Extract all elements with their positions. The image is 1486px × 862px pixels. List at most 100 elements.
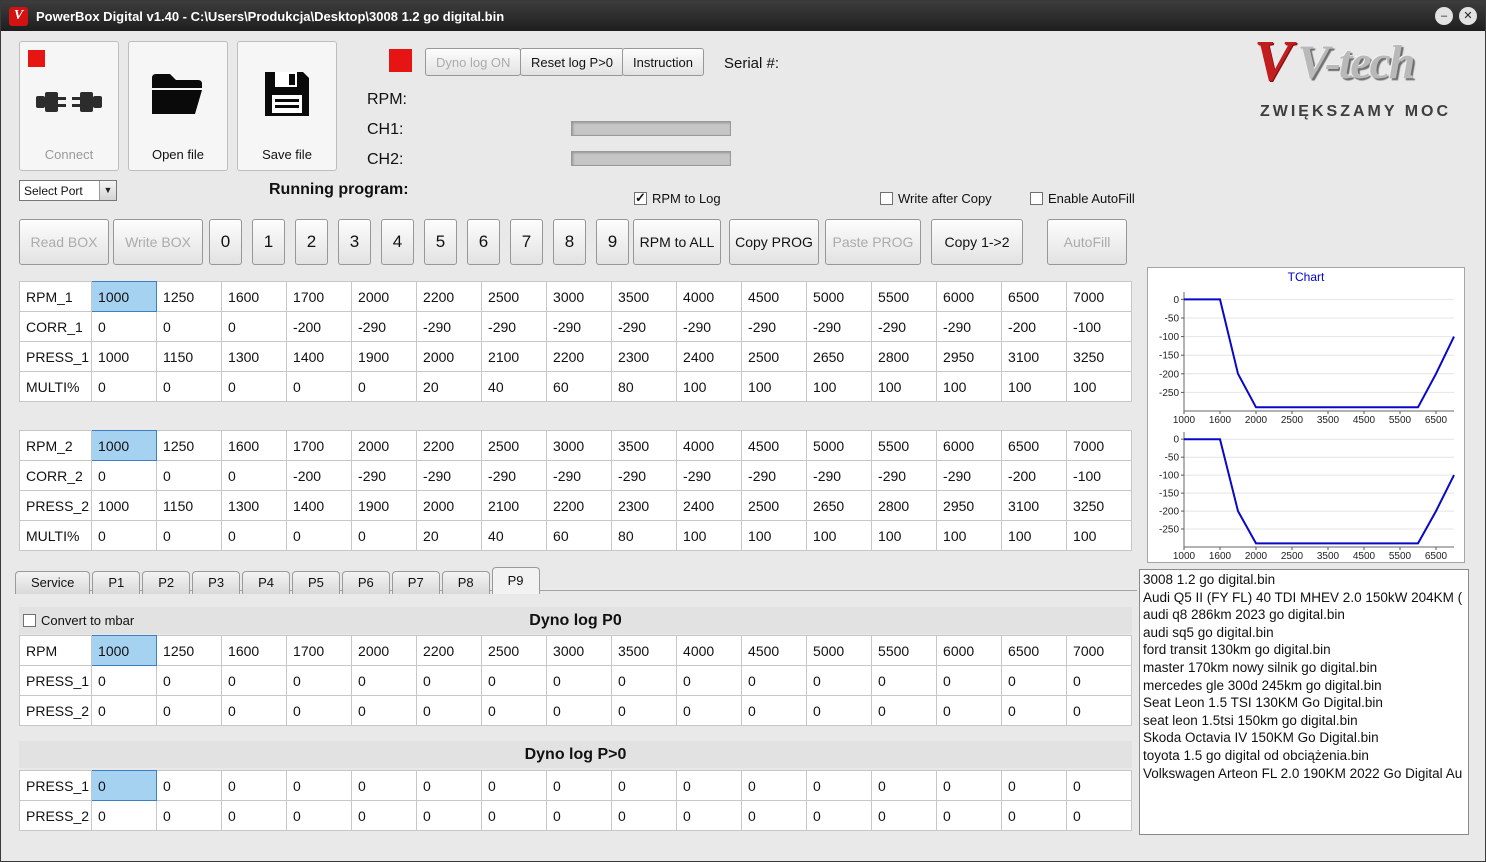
digit-button-0[interactable]: 0: [209, 219, 242, 265]
cell-corr_2-4[interactable]: -290: [351, 460, 418, 491]
cell-press_1-11[interactable]: 2650: [806, 341, 873, 372]
tab-p7[interactable]: P7: [391, 571, 440, 594]
cell-corr_1-11[interactable]: -290: [806, 311, 873, 342]
convert-to-mbar-checkbox[interactable]: Convert to mbar: [23, 613, 134, 628]
cell-corr_2-9[interactable]: -290: [676, 460, 743, 491]
cell-press_1-11[interactable]: 0: [806, 770, 873, 801]
cell-press_2-14[interactable]: 3100: [1001, 490, 1068, 521]
cell-corr_1-13[interactable]: -290: [936, 311, 1003, 342]
cell-corr_2-15[interactable]: -100: [1066, 460, 1133, 491]
cell-press_1-1[interactable]: 1150: [156, 341, 223, 372]
cell-corr_1-10[interactable]: -290: [741, 311, 808, 342]
cell-press_1-10[interactable]: 0: [741, 665, 808, 696]
digit-button-1[interactable]: 1: [252, 219, 285, 265]
cell-rpm_2-6[interactable]: 2500: [481, 430, 548, 461]
connect-button[interactable]: Connect: [19, 41, 119, 171]
cell-corr_1-14[interactable]: -200: [1001, 311, 1068, 342]
cell-multi%-13[interactable]: 100: [936, 520, 1003, 551]
cell-press_2-7[interactable]: 2200: [546, 490, 613, 521]
checkbox-box[interactable]: [1030, 192, 1043, 205]
instruction-button[interactable]: Instruction: [622, 48, 704, 76]
cell-corr_2-6[interactable]: -290: [481, 460, 548, 491]
reset-log-button[interactable]: Reset log P>0: [520, 48, 625, 76]
cell-corr_1-4[interactable]: -290: [351, 311, 418, 342]
cell-press_1-5[interactable]: 2000: [416, 341, 483, 372]
cell-press_1-0[interactable]: 1000: [91, 341, 158, 372]
cell-multi%-11[interactable]: 100: [806, 520, 873, 551]
enable-autofill-checkbox[interactable]: Enable AutoFill: [1030, 191, 1135, 206]
cell-press_2-10[interactable]: 2500: [741, 490, 808, 521]
cell-multi%-4[interactable]: 0: [351, 520, 418, 551]
cell-rpm_1-0[interactable]: 1000: [91, 281, 158, 312]
file-list-item[interactable]: ford transit 130km go digital.bin: [1143, 641, 1468, 659]
cell-press_2-4[interactable]: 0: [351, 695, 418, 726]
minimize-button[interactable]: –: [1435, 7, 1453, 25]
cell-press_2-13[interactable]: 0: [936, 800, 1003, 831]
cell-press_2-6[interactable]: 0: [481, 800, 548, 831]
cell-rpm_1-13[interactable]: 6000: [936, 281, 1003, 312]
cell-corr_1-8[interactable]: -290: [611, 311, 678, 342]
cell-corr_2-2[interactable]: 0: [221, 460, 288, 491]
cell-rpm_1-5[interactable]: 2200: [416, 281, 483, 312]
digit-button-6[interactable]: 6: [467, 219, 500, 265]
cell-rpm-13[interactable]: 6000: [936, 635, 1003, 666]
tab-p3[interactable]: P3: [192, 571, 241, 594]
cell-rpm_1-7[interactable]: 3000: [546, 281, 613, 312]
cell-rpm_1-6[interactable]: 2500: [481, 281, 548, 312]
cell-corr_2-12[interactable]: -290: [871, 460, 938, 491]
cell-press_1-7[interactable]: 2200: [546, 341, 613, 372]
file-list-item[interactable]: audi sq5 go digital.bin: [1143, 624, 1468, 642]
cell-multi%-1[interactable]: 0: [156, 520, 223, 551]
cell-press_1-10[interactable]: 0: [741, 770, 808, 801]
cell-press_2-12[interactable]: 0: [871, 695, 938, 726]
cell-press_1-13[interactable]: 0: [936, 665, 1003, 696]
cell-rpm_1-10[interactable]: 4500: [741, 281, 808, 312]
cell-rpm-4[interactable]: 2000: [351, 635, 418, 666]
cell-corr_1-1[interactable]: 0: [156, 311, 223, 342]
cell-press_1-3[interactable]: 0: [286, 665, 353, 696]
copy-1-to-2-button[interactable]: Copy 1->2: [931, 219, 1023, 265]
cell-press_2-12[interactable]: 2800: [871, 490, 938, 521]
cell-corr_2-10[interactable]: -290: [741, 460, 808, 491]
cell-press_1-12[interactable]: 2800: [871, 341, 938, 372]
cell-press_2-13[interactable]: 0: [936, 695, 1003, 726]
cell-rpm-1[interactable]: 1250: [156, 635, 223, 666]
rpm-to-all-button[interactable]: RPM to ALL: [633, 219, 721, 265]
cell-press_1-14[interactable]: 0: [1001, 665, 1068, 696]
cell-rpm_1-12[interactable]: 5500: [871, 281, 938, 312]
cell-rpm_2-4[interactable]: 2000: [351, 430, 418, 461]
cell-corr_1-3[interactable]: -200: [286, 311, 353, 342]
cell-rpm_1-11[interactable]: 5000: [806, 281, 873, 312]
cell-rpm-0[interactable]: 1000: [91, 635, 158, 666]
read-box-button[interactable]: Read BOX: [19, 219, 109, 265]
cell-multi%-15[interactable]: 100: [1066, 520, 1133, 551]
cell-press_2-8[interactable]: 0: [611, 800, 678, 831]
digit-button-4[interactable]: 4: [381, 219, 414, 265]
cell-multi%-11[interactable]: 100: [806, 371, 873, 402]
cell-rpm_2-11[interactable]: 5000: [806, 430, 873, 461]
cell-rpm-3[interactable]: 1700: [286, 635, 353, 666]
cell-press_1-7[interactable]: 0: [546, 665, 613, 696]
cell-press_1-3[interactable]: 0: [286, 770, 353, 801]
cell-press_1-4[interactable]: 1900: [351, 341, 418, 372]
cell-corr_2-11[interactable]: -290: [806, 460, 873, 491]
select-port-dropdown[interactable]: Select Port ▼: [19, 180, 117, 201]
cell-multi%-5[interactable]: 20: [416, 371, 483, 402]
cell-press_2-7[interactable]: 0: [546, 800, 613, 831]
cell-press_1-7[interactable]: 0: [546, 770, 613, 801]
cell-press_1-4[interactable]: 0: [351, 770, 418, 801]
rpm-to-log-checkbox[interactable]: RPM to Log: [634, 190, 721, 206]
cell-rpm-7[interactable]: 3000: [546, 635, 613, 666]
cell-multi%-1[interactable]: 0: [156, 371, 223, 402]
cell-rpm_2-1[interactable]: 1250: [156, 430, 223, 461]
cell-multi%-5[interactable]: 20: [416, 520, 483, 551]
cell-press_1-6[interactable]: 0: [481, 665, 548, 696]
cell-press_1-15[interactable]: 3250: [1066, 341, 1133, 372]
cell-multi%-8[interactable]: 80: [611, 520, 678, 551]
cell-corr_2-8[interactable]: -290: [611, 460, 678, 491]
cell-press_1-14[interactable]: 3100: [1001, 341, 1068, 372]
cell-corr_2-1[interactable]: 0: [156, 460, 223, 491]
cell-press_1-1[interactable]: 0: [156, 770, 223, 801]
cell-rpm_2-9[interactable]: 4000: [676, 430, 743, 461]
cell-press_2-10[interactable]: 0: [741, 695, 808, 726]
